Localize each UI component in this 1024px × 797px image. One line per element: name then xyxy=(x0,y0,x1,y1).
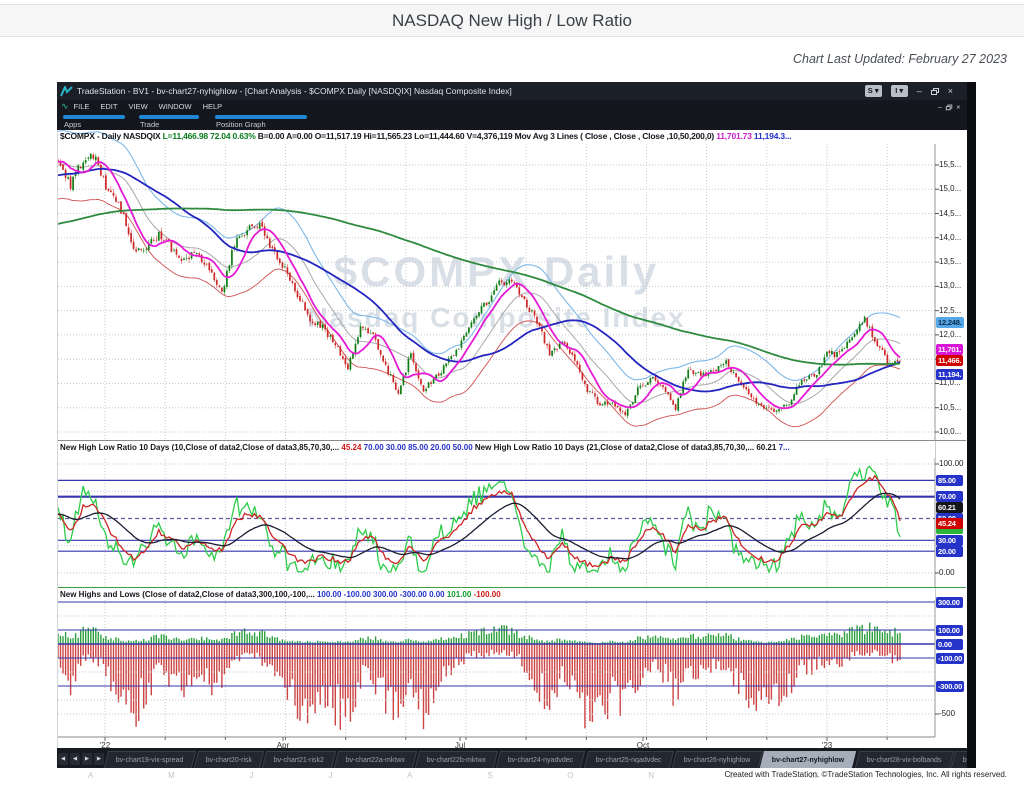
text-part: 60.21 xyxy=(756,443,778,452)
text-part: 101.00 xyxy=(447,590,474,599)
chart-squiggle-icon: ∿ xyxy=(61,101,69,112)
text-part: 45.24 xyxy=(341,443,363,452)
menu-bar: ∿ FILE EDIT VIEW WINDOW HELP – × xyxy=(57,100,967,113)
bg-month-letter: J xyxy=(250,771,254,780)
x-axis-label: '22 xyxy=(92,741,118,750)
toolbar-group-apps[interactable]: Apps xyxy=(63,113,125,130)
text-part: 11,194.3... xyxy=(754,131,792,141)
text-part: 11,701.73 xyxy=(716,131,754,141)
bg-month-letter: M xyxy=(168,771,175,780)
toolbar-group-bar xyxy=(139,115,199,119)
bg-month-letter: J xyxy=(328,771,332,780)
toolbar-group-bar xyxy=(215,115,307,119)
tab-label: bv-chart29 xyxy=(963,757,967,764)
bg-month-letter: O xyxy=(567,771,573,780)
tab-label: bv-chart21-risk2 xyxy=(274,757,324,764)
toolbar-group-label: Apps xyxy=(64,120,81,129)
x-axis-label: Apr xyxy=(270,741,296,750)
bg-month-letter: S xyxy=(487,771,492,780)
tab-bv-chart21-risk2[interactable]: bv-chart21-risk2 xyxy=(262,751,336,768)
tab-bv-chart27-nyhighlow[interactable]: bv-chart27-nyhighlow xyxy=(760,751,857,768)
text-part: $COMPX - Daily NASDQIX xyxy=(60,131,163,141)
tab-bv-chart22a-mktwx[interactable]: bv-chart22a-mktwx xyxy=(334,751,417,768)
text-part: New Highs and Lows (Close of data2,Close… xyxy=(60,590,317,599)
tab-bv-chart20-risk[interactable]: bv-chart20-risk xyxy=(194,751,265,768)
tab-bv-chart25-nqadvdec[interactable]: bv-chart25-nqadvdec xyxy=(584,751,674,768)
tab-label: bv-chart24-nyadvdec xyxy=(508,757,573,764)
tabs-scroll-last-button[interactable]: ▶ xyxy=(94,753,104,765)
text-part: 70.00 30.00 85.00 20.00 50.00 xyxy=(364,443,475,452)
toolbar-group-label: Position Graph xyxy=(216,120,266,129)
window-titlebar[interactable]: TradeStation - BV1 - bv-chart27-nyhighlo… xyxy=(57,82,967,100)
chart-updated-label: Chart Last Updated: February 27 2023 xyxy=(793,52,1007,66)
tab-bv-chart28-vix-bolbands[interactable]: bv-chart28-vix-bolbands xyxy=(854,751,953,768)
x-axis-label: Oct xyxy=(630,741,656,750)
text-part: New High Low Ratio 10 Days (21,Close of … xyxy=(475,443,756,452)
toolbar: Apps Trade Position Graph xyxy=(57,113,967,131)
child-close-button[interactable]: × xyxy=(956,103,960,111)
text-part: -100.00 xyxy=(474,590,501,599)
toolbar-group-trade[interactable]: Trade xyxy=(139,113,199,130)
tab-bv-chart19-vix-spread[interactable]: bv-chart19-vix-spread xyxy=(104,751,196,768)
text-part: O=11,517.19 Hi=11,565.23 Lo=11,444.60 V=… xyxy=(315,131,515,141)
tab-bv-chart29[interactable]: bv-chart29 xyxy=(951,751,967,768)
x-axis-label: Jul xyxy=(447,741,473,750)
tabs-scroll-first-button[interactable]: ◀ xyxy=(58,753,68,765)
tab-label: bv-chart22a-mktwx xyxy=(346,757,405,764)
child-restore-button[interactable] xyxy=(946,104,952,110)
text-part: Mov Avg 3 Lines ( Close , Close , Close … xyxy=(515,131,717,141)
window-title: TradeStation - BV1 - bv-chart27-nyhighlo… xyxy=(77,86,865,96)
highlow-panel-header: New Highs and Lows (Close of data2,Close… xyxy=(58,588,935,600)
toolbar-group-label: Trade xyxy=(140,120,159,129)
menu-item-edit[interactable]: EDIT xyxy=(100,102,117,111)
menu-item-view[interactable]: VIEW xyxy=(128,102,147,111)
tab-label: bv-chart26-nyhighlow xyxy=(683,757,750,764)
indicator-dropdown-button[interactable]: I ▾ xyxy=(891,85,908,97)
page-header: NASDAQ New High / Low Ratio xyxy=(0,4,1024,37)
bg-month-letter: N xyxy=(648,771,654,780)
text-part: New High Low Ratio 10 Days (10,Close of … xyxy=(60,443,341,452)
menu-item-help[interactable]: HELP xyxy=(203,102,223,111)
page-title: NASDAQ New High / Low Ratio xyxy=(0,5,1024,36)
bg-month-letter: A xyxy=(88,771,93,780)
text-part: 7... xyxy=(779,443,790,452)
minimize-button[interactable]: – xyxy=(917,86,922,96)
menu-item-window[interactable]: WINDOW xyxy=(159,102,192,111)
tab-label: bv-chart20-risk xyxy=(206,757,252,764)
ratio-panel-header: New High Low Ratio 10 Days (10,Close of … xyxy=(58,441,935,458)
toolbar-group-bar xyxy=(63,115,125,119)
tab-label: bv-chart27-nyhighlow xyxy=(772,757,844,764)
tab-bv-chart22b-mktwx[interactable]: bv-chart22b-mktwx xyxy=(415,751,498,768)
workspace-tab-bar: ◀◀▶▶ bv-chart19-vix-spreadbv-chart20-ris… xyxy=(57,748,967,768)
tradestation-window: TradeStation - BV1 - bv-chart27-nyhighlo… xyxy=(57,82,976,768)
copyright-footer: Created with TradeStation. ©TradeStation… xyxy=(725,770,1008,779)
text-part: 100.00 -100.00 300.00 -300.00 0.00 xyxy=(317,590,447,599)
tabs-scroll-prev-button[interactable]: ◀ xyxy=(70,753,80,765)
chart-plot[interactable] xyxy=(58,130,966,748)
style-dropdown-button[interactable]: S ▾ xyxy=(865,85,882,97)
x-axis-label: '23 xyxy=(814,741,840,750)
child-minimize-button[interactable]: – xyxy=(938,103,942,111)
tab-label: bv-chart25-nqadvdec xyxy=(596,757,662,764)
bg-month-letter: A xyxy=(407,771,412,780)
text-part: B=0.00 A=0.00 xyxy=(258,131,315,141)
close-button[interactable]: × xyxy=(948,86,953,96)
tabs-scroll-next-button[interactable]: ▶ xyxy=(82,753,92,765)
chart-area: $COMPX Daily Nasdaq Composite Index $COM… xyxy=(57,130,967,748)
tab-label: bv-chart19-vix-spread xyxy=(116,757,184,764)
tradestation-logo-icon xyxy=(60,85,73,97)
text-part: L=11,466.98 72.04 0.63% xyxy=(163,131,258,141)
toolbar-group-position-graph[interactable]: Position Graph xyxy=(215,113,307,130)
tab-label: bv-chart22b-mktwx xyxy=(427,757,486,764)
menu-item-file[interactable]: FILE xyxy=(74,102,90,111)
tab-label: bv-chart28-vix-bolbands xyxy=(866,757,941,764)
tab-bv-chart24-nyadvdec[interactable]: bv-chart24-nyadvdec xyxy=(496,751,586,768)
restore-button[interactable] xyxy=(931,88,939,95)
tab-bv-chart26-nyhighlow[interactable]: bv-chart26-nyhighlow xyxy=(671,751,762,768)
symbol-info-row: $COMPX - Daily NASDQIX L=11,466.98 72.04… xyxy=(60,131,965,143)
